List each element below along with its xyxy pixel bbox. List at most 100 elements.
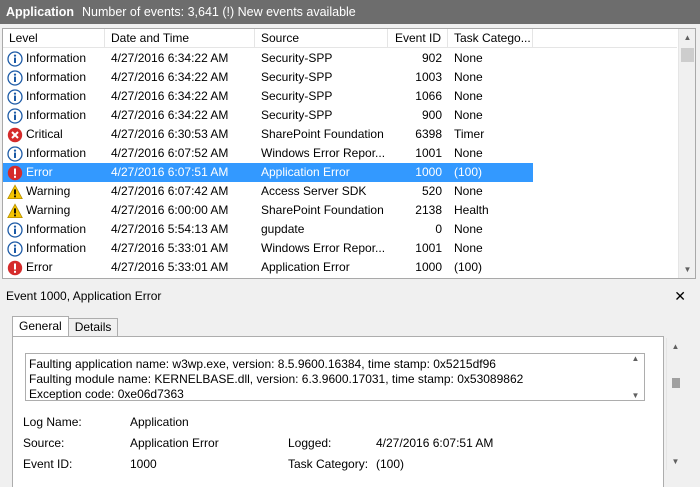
scroll-down-arrow-icon[interactable]: ▼ <box>632 391 640 400</box>
information-icon <box>7 221 23 238</box>
event-source: Security-SPP <box>261 89 333 103</box>
event-task-category: None <box>454 70 483 84</box>
scroll-up-arrow-icon[interactable]: ▲ <box>632 354 640 363</box>
event-level: Information <box>3 87 105 106</box>
event-description-box[interactable]: Faulting application name: w3wp.exe, ver… <box>25 353 645 401</box>
column-task-category[interactable]: Task Catego... <box>448 29 533 48</box>
event-id: 6398 <box>415 127 442 141</box>
event-row[interactable]: Information 4/27/2016 5:54:13 AM gupdate 0 N… <box>3 220 677 239</box>
event-source: gupdate <box>261 222 305 236</box>
description-line: Faulting module name: KERNELBASE.dll, ve… <box>29 372 524 386</box>
event-id: 1000 <box>415 260 442 274</box>
warning-icon <box>7 202 23 219</box>
column-source[interactable]: Source <box>255 29 388 48</box>
event-id: 520 <box>421 184 442 198</box>
event-source: Access Server SDK <box>261 184 367 198</box>
event-row[interactable]: Information 4/27/2016 6:07:52 AM Windows E… <box>3 144 677 163</box>
column-event-id[interactable]: Event ID <box>388 29 448 48</box>
event-date: 4/27/2016 5:54:13 AM <box>111 222 229 236</box>
event-source: SharePoint Foundation <box>261 203 384 217</box>
event-level-label: Error <box>26 260 53 274</box>
event-date: 4/27/2016 6:07:42 AM <box>111 184 229 198</box>
event-level: Information <box>3 220 105 239</box>
error-icon <box>7 260 23 276</box>
event-level-label: Information <box>26 51 87 65</box>
detail-scrollbar[interactable]: ▲ ▼ <box>666 338 684 470</box>
event-count: Number of events: 3,641 (!) New events a… <box>82 5 356 19</box>
event-level: Error <box>3 163 105 182</box>
event-row[interactable]: Information 4/27/2016 6:34:22 AM Security-… <box>3 87 677 106</box>
event-task-category: None <box>454 108 483 122</box>
event-level: Warning <box>3 201 105 220</box>
event-row[interactable]: Warning 4/27/2016 6:00:00 AM SharePoint Fo… <box>3 201 677 220</box>
event-row[interactable]: Information 4/27/2016 6:34:22 AM Security-… <box>3 106 677 125</box>
event-detail-header: Event 1000, Application Error ✕ <box>2 286 696 306</box>
event-date: 4/27/2016 6:00:00 AM <box>111 203 229 217</box>
event-id-label: Event ID: <box>23 457 73 471</box>
log-name-label: Log Name: <box>23 415 82 429</box>
source-label: Source: <box>23 436 65 450</box>
event-level-label: Information <box>26 222 87 236</box>
event-id: 1003 <box>415 70 442 84</box>
event-row[interactable]: Information 4/27/2016 6:34:22 AM Security-… <box>3 68 677 87</box>
event-task-category: None <box>454 241 483 255</box>
scroll-thumb[interactable] <box>672 378 680 388</box>
event-task-category: None <box>454 184 483 198</box>
event-level-label: Error <box>26 165 53 179</box>
event-row[interactable]: Error 4/27/2016 6:07:51 AM Application Err… <box>3 163 533 182</box>
information-icon <box>7 145 23 162</box>
description-line: Exception code: 0xe06d7363 <box>29 387 184 401</box>
event-level: Error <box>3 258 105 277</box>
event-level: Warning <box>3 182 105 201</box>
event-date: 4/27/2016 6:34:22 AM <box>111 70 229 84</box>
events-scrollbar[interactable]: ▲ ▼ <box>678 29 695 278</box>
scroll-up-arrow-icon[interactable]: ▲ <box>679 29 695 46</box>
information-icon <box>7 69 23 86</box>
scroll-up-arrow-icon[interactable]: ▲ <box>667 338 684 355</box>
event-level-label: Information <box>26 241 87 255</box>
event-date: 4/27/2016 6:34:22 AM <box>111 51 229 65</box>
events-list[interactable]: Level Date and Time Source Event ID Task… <box>2 28 696 279</box>
task-category-value: (100) <box>376 457 405 471</box>
tab-general[interactable]: General <box>12 316 69 338</box>
event-source: Windows Error Repor... <box>261 241 386 255</box>
event-level: Information <box>3 106 105 125</box>
event-row[interactable]: Information 4/27/2016 5:33:01 AM Windows E… <box>3 239 677 258</box>
event-task-category: None <box>454 146 483 160</box>
description-scrollbar[interactable]: ▲ ▼ <box>627 354 644 400</box>
event-id-value: 1000 <box>130 457 157 471</box>
event-level: Information <box>3 239 105 258</box>
event-date: 4/27/2016 6:07:51 AM <box>111 165 229 179</box>
event-date: 4/27/2016 5:33:01 AM <box>111 260 229 274</box>
event-source: Application Error <box>261 165 350 179</box>
event-level: Critical <box>3 125 105 144</box>
event-date: 4/27/2016 6:07:52 AM <box>111 146 229 160</box>
scroll-down-arrow-icon[interactable]: ▼ <box>679 261 695 278</box>
close-icon[interactable]: ✕ <box>674 288 686 305</box>
description-line: Faulting application name: w3wp.exe, ver… <box>29 357 496 371</box>
detail-tabs: General Details <box>12 316 119 338</box>
event-level: Information <box>3 68 105 87</box>
event-id: 902 <box>421 51 442 65</box>
column-level[interactable]: Level <box>3 29 105 48</box>
event-row[interactable]: Error 4/27/2016 5:33:01 AM Application Err… <box>3 258 677 277</box>
task-category-label: Task Category: <box>288 457 369 471</box>
error-icon <box>7 165 23 181</box>
information-icon <box>7 88 23 105</box>
tab-details[interactable]: Details <box>67 318 119 337</box>
event-row[interactable]: Information 4/27/2016 6:34:22 AM Security-… <box>3 49 677 68</box>
source-value: Application Error <box>130 436 219 450</box>
scroll-down-arrow-icon[interactable]: ▼ <box>667 453 684 470</box>
event-source: Security-SPP <box>261 51 333 65</box>
column-date-time[interactable]: Date and Time <box>105 29 255 48</box>
event-id: 0 <box>435 222 442 236</box>
event-level-label: Warning <box>26 184 71 198</box>
event-date: 4/27/2016 6:34:22 AM <box>111 108 229 122</box>
event-row[interactable]: Warning 4/27/2016 6:07:42 AM Access Server… <box>3 182 677 201</box>
scroll-thumb[interactable] <box>681 48 694 62</box>
event-level: Information <box>3 49 105 68</box>
event-id: 1000 <box>415 165 442 179</box>
event-row[interactable]: Critical 4/27/2016 6:30:53 AM SharePoint F… <box>3 125 677 144</box>
event-level-label: Critical <box>26 127 63 141</box>
event-level: Information <box>3 144 105 163</box>
